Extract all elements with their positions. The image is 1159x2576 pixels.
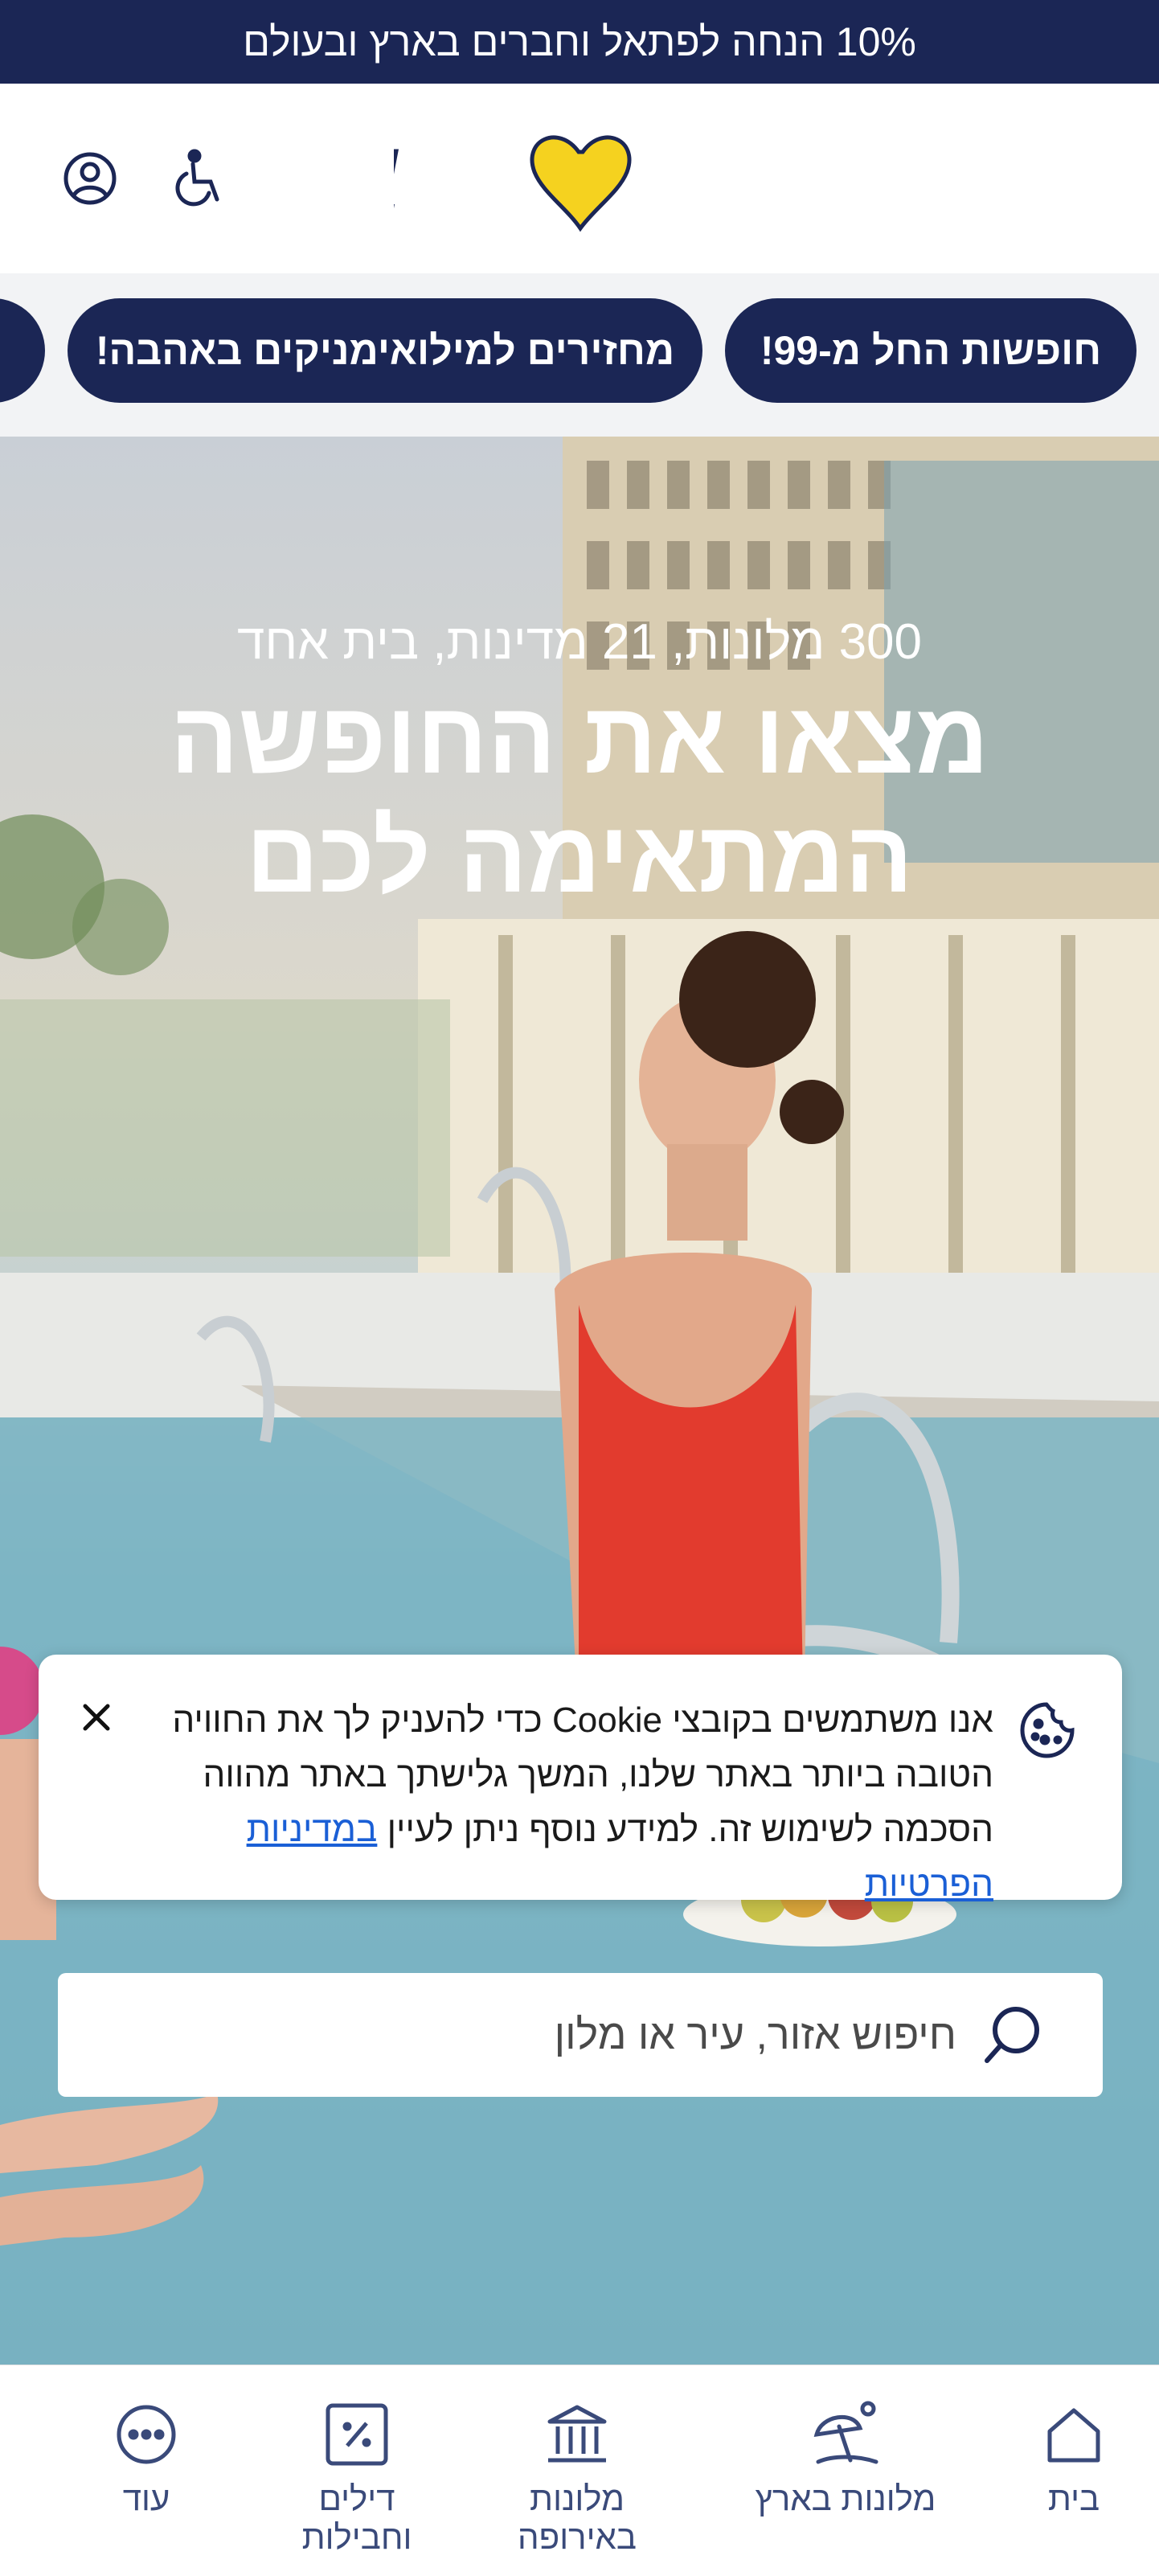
home-icon [1047,2408,1100,2463]
user-icon[interactable] [58,146,122,211]
cookie-banner: אנו משתמשים בקובצי Cookie כדי להעניק לך … [39,1655,1122,1904]
promo-banner-text: 10% הנחה לפתאל וחברים בארץ ובעולם [243,19,916,64]
accessibility-icon[interactable] [167,146,231,211]
logo-text-he: פתאל [756,140,764,226]
hero-subtitle: 300 מלונות, 21 מדינות, בית אחד [236,614,923,670]
cookie-icon [1016,1700,1077,1761]
nav-label: עוד [122,2480,170,2517]
cookie-message: אנו משתמשים בקובצי Cookie כדי להעניק לך … [158,1693,993,1912]
nav-item-israel-hotels[interactable]: מלונות בארץ [749,2381,942,2566]
nav-label: מלונות בארץ [755,2480,936,2517]
hero-title-line2: המתאימה לכם [245,800,914,913]
nav-item-more[interactable]: עוד [50,2381,243,2566]
nav-item-deals[interactable]: דילים וחבילות [260,2381,453,2566]
percent-tag-icon [326,2403,388,2466]
close-icon[interactable] [72,1693,121,1741]
chip-holidays-from-99[interactable]: חופשות החל מ-99! [725,298,1136,403]
chip-label: חופשות החל מ-99! [760,328,1102,373]
fattal-logo[interactable]: fattal פתאל [190,120,944,240]
promo-chips-row: חופשות החל מ-99! מחזירים למילואימניקים ב… [0,273,1159,437]
hero-title: מצאו את החופשה המתאימה לכם [0,679,1159,917]
nav-label: מלונות באירופה [518,2480,637,2556]
hero-title-line1: מצאו את החופשה [170,681,989,794]
landmark-icon [547,2405,607,2463]
bottom-navigation: בית מלונות בארץ מלונות באירופה דילים וחב… [0,2365,1159,2576]
nav-label: דילים וחבילות [301,2480,412,2556]
search-icon [981,2003,1045,2067]
more-icon [117,2405,176,2464]
chip-reservists[interactable]: מחזירים למילואימניקים באהבה! [68,298,702,403]
promo-banner[interactable]: 10% הנחה לפתאל וחברים בארץ ובעולם [0,0,1159,84]
nav-item-europe-hotels[interactable]: מלונות באירופה [481,2381,674,2566]
chip-partial[interactable] [0,298,45,403]
nav-label: בית [1047,2480,1100,2517]
hero-heading: 300 מלונות, 21 מדינות, בית אחד מצאו את ה… [0,613,1159,917]
site-header: fattal פתאל [0,84,1159,273]
logo-text-en: fattal [394,137,402,227]
destination-search[interactable]: חיפוש אזור, עיר או מלון [58,1973,1103,2097]
chip-label: מחזירים למילואימניקים באהבה! [95,328,675,373]
search-input-placeholder: חיפוש אזור, עיר או מלון [554,2012,956,2058]
nav-item-home[interactable]: בית [977,2381,1159,2566]
beach-umbrella-icon [813,2401,878,2464]
